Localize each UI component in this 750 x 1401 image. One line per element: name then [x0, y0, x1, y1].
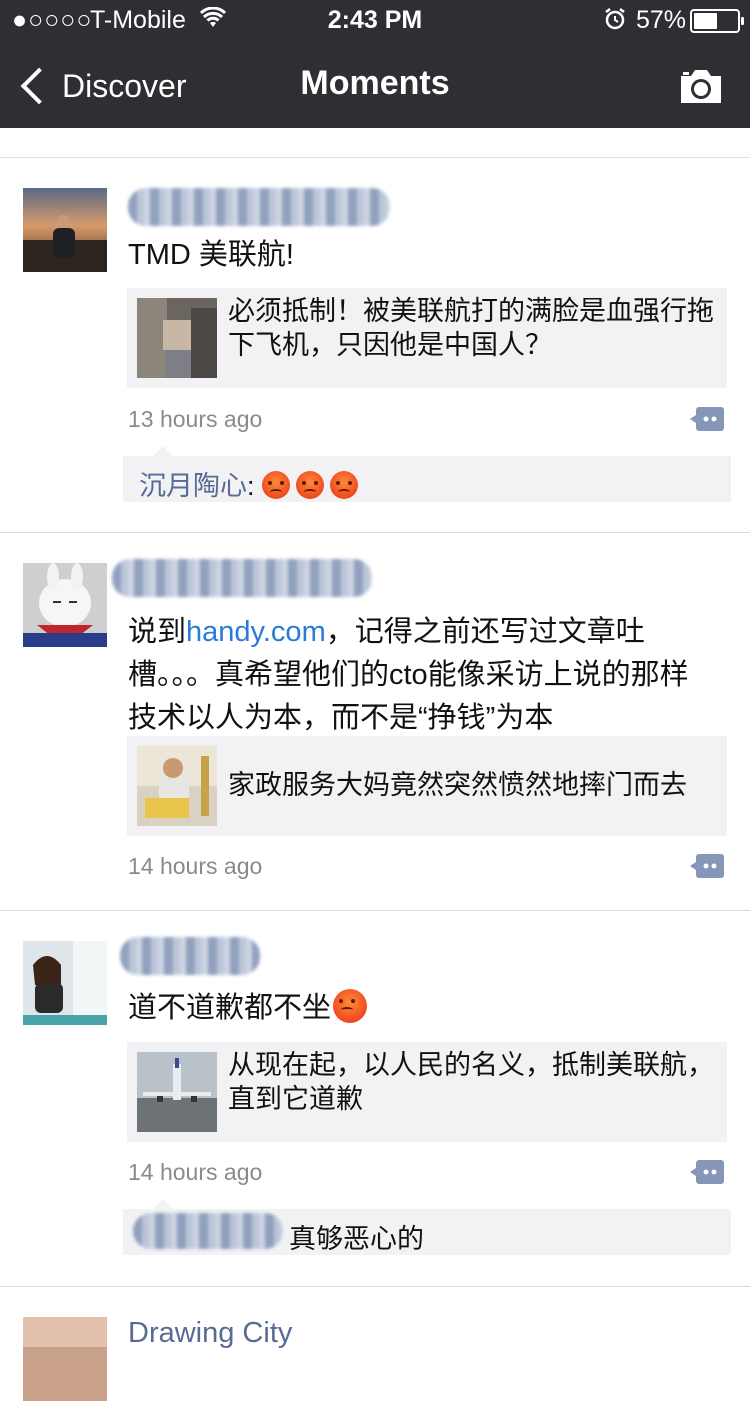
angry-emoji — [262, 471, 291, 499]
comment-pointer — [153, 1199, 173, 1209]
comment-icon[interactable] — [690, 1159, 724, 1185]
commenter-redacted — [133, 1213, 283, 1249]
alarm-icon — [603, 7, 627, 38]
link-title: 必须抵制！被美联航打的满脸是血强行拖下飞机，只因他是中国人？ — [228, 296, 714, 360]
comment-list: 真够恶心的 — [123, 1199, 731, 1256]
comment-list: 沉月陶心: — [123, 446, 731, 503]
comment-pointer — [153, 446, 173, 456]
post-time: 13 hours ago — [128, 406, 263, 432]
battery-icon — [690, 9, 744, 33]
status-bar: ●○○○○ T-Mobile 2:43 PM 57% — [0, 0, 750, 40]
avatar[interactable] — [23, 188, 107, 272]
moment-post: 道不道歉都不坐 从现在起，以人民的名义，抵制美联航，直到它道歉 14 hours… — [0, 911, 750, 1287]
username-redacted — [128, 188, 390, 226]
post-text: 说到handy.com，记得之前还写过文章吐槽。。。真希望他们的cto能像采访上… — [128, 611, 708, 740]
angry-emoji — [330, 471, 359, 499]
page-title: Moments — [300, 64, 450, 102]
avatar[interactable] — [23, 1317, 107, 1401]
navigation-bar: ●○○○○ T-Mobile 2:43 PM 57% Discover Mome… — [0, 0, 750, 128]
comment-author[interactable]: 沉月陶心 — [139, 471, 247, 501]
avatar[interactable] — [23, 563, 107, 647]
post-time: 14 hours ago — [128, 1159, 263, 1185]
post-text: TMD 美联航! — [128, 239, 294, 271]
moment-post: 说到handy.com，记得之前还写过文章吐槽。。。真希望他们的cto能像采访上… — [0, 533, 750, 911]
link-title: 家政服务大妈竟然突然愤然地摔门而去 — [228, 770, 687, 800]
username-redacted — [112, 559, 372, 597]
link-title: 从现在起，以人民的名义，抵制美联航，直到它道歉 — [228, 1050, 714, 1114]
post-link[interactable]: handy.com — [186, 616, 326, 648]
link-thumbnail — [137, 1052, 217, 1132]
comment-text: 真够恶心的 — [289, 1224, 424, 1254]
battery-fill — [694, 13, 717, 29]
shared-link-card[interactable]: 家政服务大妈竟然突然愤然地摔门而去 — [127, 736, 727, 836]
moment-post: Drawing City — [0, 1287, 750, 1401]
post-time: 14 hours ago — [128, 853, 263, 879]
post-text-body: 道不道歉都不坐 — [128, 992, 332, 1024]
post-text-start: 说到 — [128, 616, 187, 648]
comment-icon[interactable] — [690, 406, 724, 432]
shared-link-card[interactable]: 从现在起，以人民的名义，抵制美联航，直到它道歉 — [127, 1042, 727, 1142]
camera-icon[interactable] — [678, 66, 724, 106]
avatar[interactable] — [23, 941, 107, 1025]
moment-post: TMD 美联航! 必须抵制！被美联航打的满脸是血强行拖下飞机，只因他是中国人？ … — [0, 158, 750, 533]
comment-icon[interactable] — [690, 853, 724, 879]
comment-separator: : — [247, 471, 255, 501]
comment-item[interactable]: 真够恶心的 — [289, 1217, 424, 1256]
post-text: 道不道歉都不坐 — [128, 987, 708, 1030]
shared-link-card[interactable]: 必须抵制！被美联航打的满脸是血强行拖下飞机，只因他是中国人？ — [127, 288, 727, 388]
link-thumbnail — [137, 746, 217, 826]
link-thumbnail — [137, 298, 217, 378]
battery-percent: 57% — [636, 6, 687, 34]
angry-emoji — [333, 989, 368, 1023]
username-redacted — [120, 937, 260, 975]
battery-tip — [741, 17, 744, 25]
comment-item[interactable]: 沉月陶心: — [139, 464, 364, 503]
angry-emoji — [296, 471, 325, 499]
